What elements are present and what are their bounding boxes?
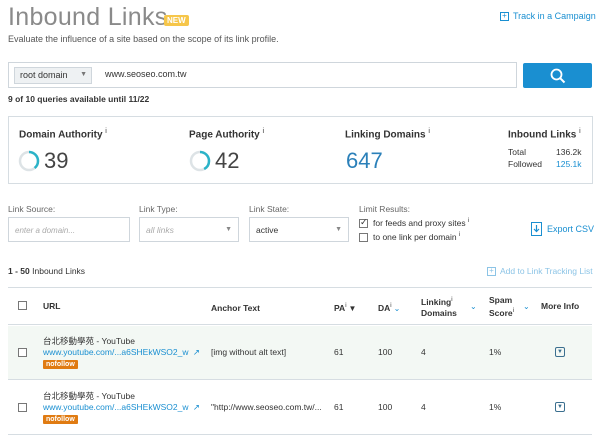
row-linking-domains: 4	[421, 347, 426, 357]
link-type-label: Link Type:	[139, 204, 178, 214]
col-anchor-text: Anchor Text	[211, 303, 260, 313]
chevron-down-icon: ▼	[80, 71, 87, 78]
nofollow-badge: nofollow	[43, 360, 78, 369]
followed-value-link[interactable]: 125.1k	[556, 159, 582, 169]
page-authority-label: Page Authority i	[189, 128, 265, 141]
row-url-link[interactable]: www.youtube.com/...a6SHEkWSO2_w ↗	[43, 402, 200, 413]
table-row: 台北移動學苑 - YouTube www.youtube.com/...a6SH…	[8, 326, 592, 380]
track-link-label: Track in a Campaign	[513, 11, 596, 21]
inbound-followed-row: Followed 125.1k	[508, 159, 582, 169]
chevron-down-icon: ▼	[225, 226, 232, 233]
info-icon[interactable]: i	[579, 128, 581, 135]
external-link-icon[interactable]: ↗	[193, 347, 200, 357]
expand-row-button[interactable]: ▼	[555, 402, 565, 412]
feeds-checkbox[interactable]	[359, 217, 368, 228]
nofollow-badge: nofollow	[43, 415, 78, 424]
link-source-input[interactable]: enter a domain...	[8, 217, 130, 242]
row-anchor-text: [img without alt text]	[211, 347, 287, 357]
download-icon	[531, 222, 542, 236]
row-page-title: 台北移動學苑 - YouTube	[43, 391, 135, 401]
search-icon	[550, 68, 565, 83]
search-button[interactable]	[523, 63, 592, 88]
col-url: URL	[43, 301, 61, 311]
table-header: URL Anchor Text PAi ▼ DAi ⌄ Linkingi Domai…	[8, 287, 592, 325]
row-page-title: 台北移動學苑 - YouTube	[43, 336, 135, 346]
track-in-campaign-link[interactable]: + Track in a Campaign	[500, 11, 596, 21]
col-pa[interactable]: PAi ▼	[334, 303, 356, 313]
linking-domains-value[interactable]: 647	[346, 148, 383, 174]
col-more-info: More Info	[541, 301, 580, 311]
table-row: 台北移動學苑 - YouTube www.youtube.com/...a6SH…	[8, 381, 592, 435]
add-to-tracking-button[interactable]: + Add to Link Tracking List	[487, 266, 593, 276]
link-type-select[interactable]: all links ▼	[139, 217, 239, 242]
inbound-links-label: Inbound Links i	[508, 128, 581, 141]
domain-authority-ring	[18, 150, 40, 172]
page-authority-ring	[189, 150, 211, 172]
row-pa: 61	[334, 347, 344, 357]
feeds-checkbox-label: for feeds and proxy sites i	[373, 218, 470, 228]
external-link-icon[interactable]: ↗	[193, 402, 200, 412]
chevron-down-icon[interactable]: ⌄	[468, 301, 477, 311]
info-icon[interactable]: i	[263, 128, 265, 135]
one-per-domain-checkbox[interactable]	[359, 233, 368, 242]
one-per-domain-label: to one link per domain i	[373, 232, 461, 242]
col-linking-domains[interactable]: Linkingi Domains	[421, 295, 457, 319]
search-bar: root domain ▼	[8, 62, 517, 88]
plus-icon: +	[487, 266, 496, 276]
row-pa: 61	[334, 402, 344, 412]
row-url-link[interactable]: www.youtube.com/...a6SHEkWSO2_w ↗	[43, 347, 200, 358]
info-icon[interactable]: i	[468, 218, 469, 224]
metrics-panel: Domain Authority i 39 Page Authority i 4…	[8, 116, 593, 184]
row-checkbox[interactable]	[18, 403, 27, 412]
new-badge: NEW	[164, 15, 189, 26]
row-spam-score: 1%	[489, 402, 502, 412]
col-spam-score[interactable]: Spam Scorei	[489, 295, 514, 319]
linking-domains-label: Linking Domains i	[345, 128, 430, 141]
select-all-checkbox[interactable]	[18, 301, 27, 310]
export-csv-label: Export CSV	[547, 224, 595, 234]
info-icon[interactable]: i	[428, 128, 430, 135]
scope-select-value: root domain	[20, 70, 68, 80]
limit-results-label: Limit Results:	[359, 204, 411, 214]
link-state-select[interactable]: active ▼	[249, 217, 349, 242]
inbound-total-row: Total 136.2k	[508, 147, 582, 157]
info-icon[interactable]: i	[459, 232, 460, 238]
row-da: 100	[378, 347, 393, 357]
row-spam-score: 1%	[489, 347, 502, 357]
export-csv-button[interactable]: Export CSV	[531, 222, 594, 236]
row-checkbox[interactable]	[18, 348, 27, 357]
page-subtitle: Evaluate the influence of a site based o…	[8, 34, 279, 44]
expand-row-button[interactable]: ▼	[555, 347, 565, 357]
link-state-label: Link State:	[249, 204, 290, 214]
col-da[interactable]: DAi ⌄	[378, 303, 400, 313]
info-icon[interactable]: i	[105, 128, 107, 135]
add-tracking-label: Add to Link Tracking List	[500, 266, 593, 276]
link-source-label: Link Source:	[8, 204, 56, 214]
page-authority-value: 42	[189, 148, 239, 174]
row-anchor-text: "http://www.seoseo.com.tw/...	[211, 402, 322, 412]
chevron-down-icon: ⌄	[393, 304, 401, 313]
domain-authority-value: 39	[18, 148, 68, 174]
sort-desc-icon: ▼	[348, 304, 357, 313]
row-linking-domains: 4	[421, 402, 426, 412]
queries-available: 9 of 10 queries available until 11/22	[8, 94, 150, 104]
url-input[interactable]	[105, 69, 485, 79]
results-count: 1 - 50 Inbound Links	[8, 266, 86, 276]
page-title: Inbound Links	[8, 3, 168, 31]
chevron-down-icon: ▼	[335, 226, 342, 233]
scope-select[interactable]: root domain ▼	[14, 67, 92, 84]
chevron-down-icon[interactable]: ⌄	[521, 301, 530, 311]
domain-authority-label: Domain Authority i	[19, 128, 107, 141]
row-da: 100	[378, 402, 393, 412]
plus-icon: +	[500, 11, 509, 21]
